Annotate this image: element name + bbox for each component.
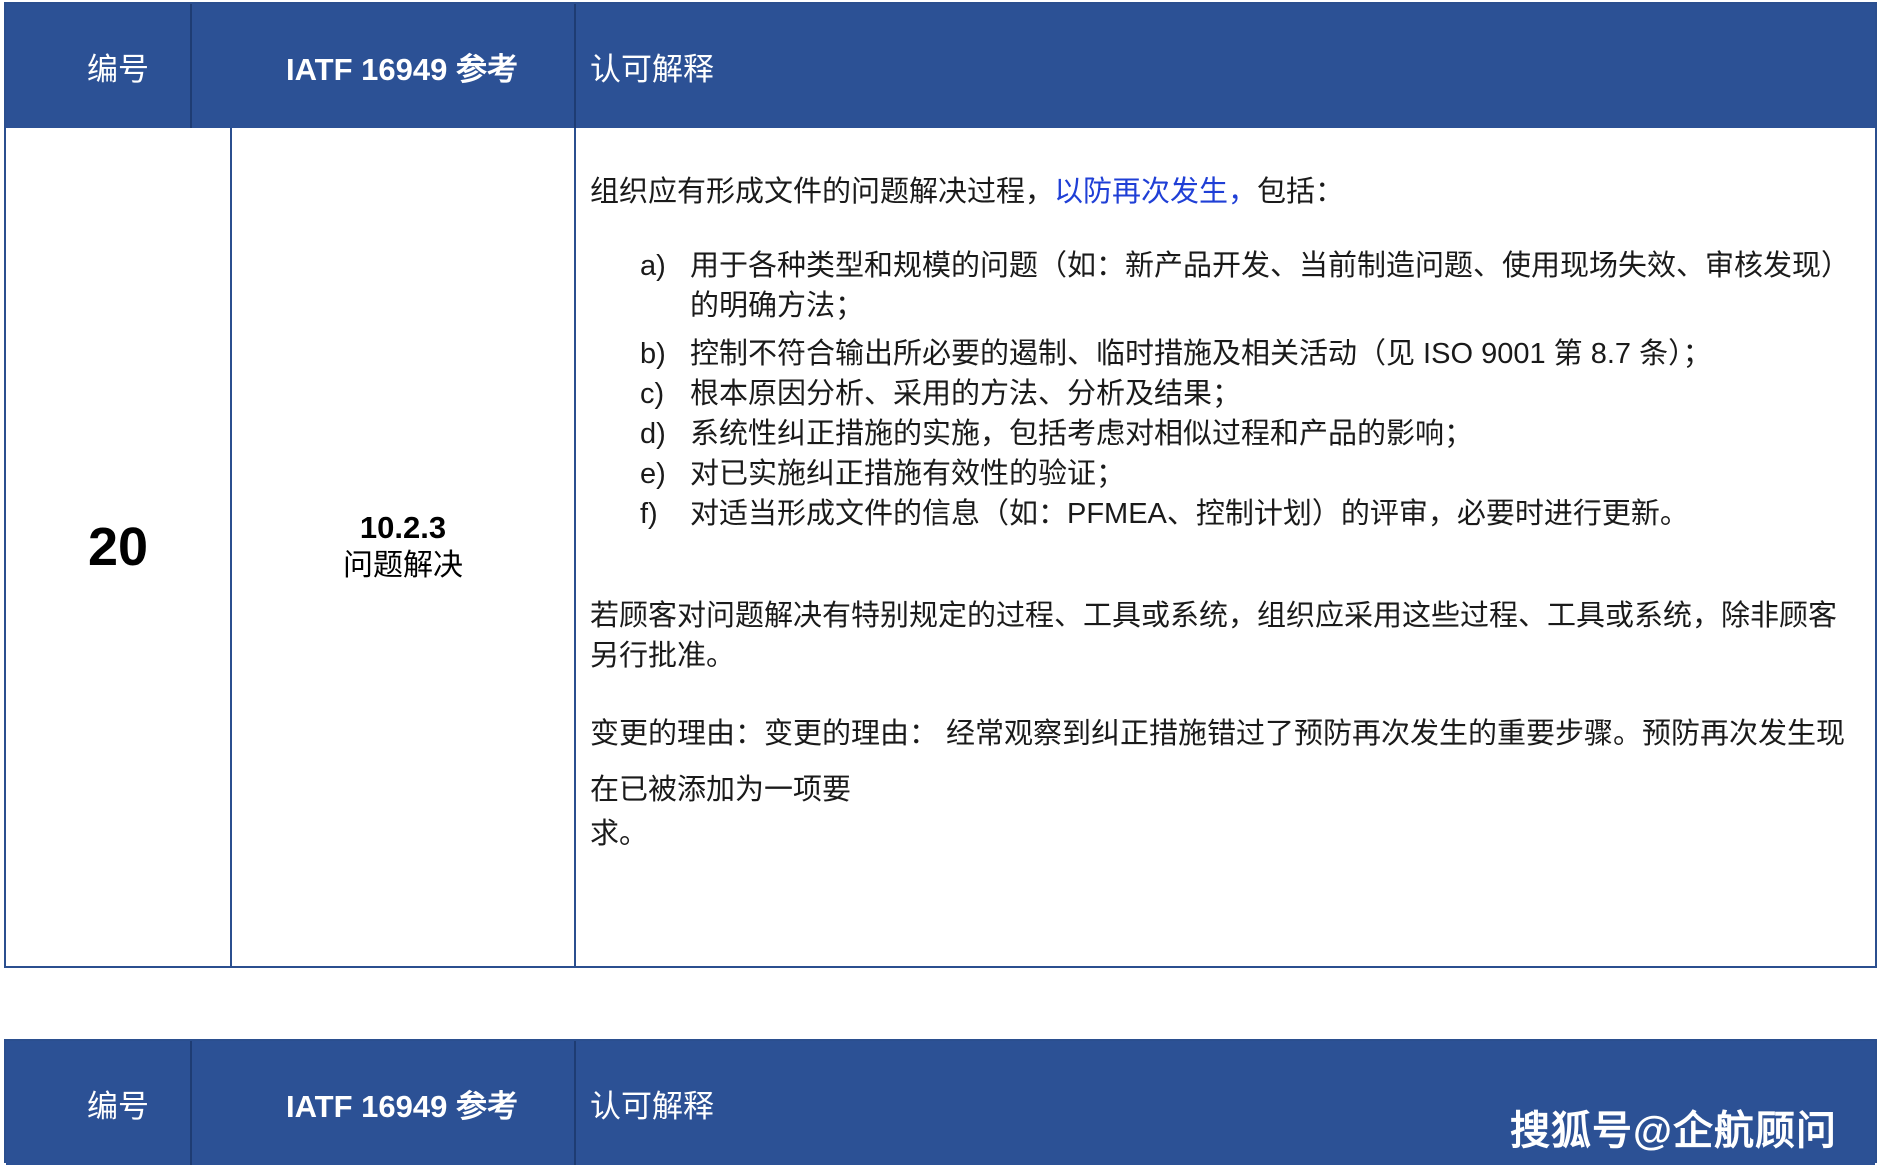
change-reason-tail: 求。	[590, 818, 649, 850]
header-divider	[190, 1041, 192, 1165]
list-item: f) 对适当形成文件的信息（如：PFMEA、控制计划）的评审，必要时进行更新。	[640, 494, 1863, 534]
column-divider	[574, 128, 576, 966]
header-divider	[190, 4, 192, 128]
clause-table: 编号 IATF 16949 参考 认可解释 20 10.2.3 问题解决 组织应…	[4, 2, 1877, 968]
interpretation-cell: 组织应有形成文件的问题解决过程，以防再次发生，包括： a) 用于各种类型和规模的问…	[590, 128, 1863, 966]
list-label: f)	[640, 498, 658, 530]
intro-suffix: 包括：	[1257, 176, 1345, 208]
clause-code: 10.2.3	[359, 510, 447, 545]
list-label: e)	[640, 458, 666, 490]
list-label: a)	[640, 250, 666, 282]
requirement-list: a) 用于各种类型和规模的问题（如：新产品开发、当前制造问题、使用现场失效、审核发…	[640, 246, 1863, 534]
header-interpretation: 认可解释	[590, 51, 714, 87]
list-text: 根本原因分析、采用的方法、分析及结果；	[690, 378, 1242, 410]
header-interpretation: 认可解释	[590, 1088, 714, 1124]
customer-paragraph: 若顾客对问题解决有特别规定的过程、工具或系统，组织应采用这些过程、工具或系统，除…	[590, 600, 1838, 672]
list-label: c)	[640, 378, 665, 410]
list-item: e) 对已实施纠正措施有效性的验证；	[640, 454, 1863, 494]
list-label: b)	[640, 338, 666, 370]
clause-title: 问题解决	[343, 549, 463, 582]
intro-highlight: 以防再次发生，	[1054, 176, 1258, 208]
clause-reference: 10.2.3 问题解决	[232, 128, 574, 966]
list-item: b) 控制不符合输出所必要的遏制、临时措施及相关活动（见 ISO 9001 第 8…	[640, 334, 1863, 374]
change-reason: 变更的理由：变更的理由： 经常观察到纠正措施错过了预防再次发生的重要步骤。预防再…	[590, 718, 1846, 806]
watermark: 搜狐号@企航顾问	[1509, 1109, 1837, 1153]
list-text: 控制不符合输出所必要的遏制、临时措施及相关活动（见 ISO 9001 第 8.7…	[690, 338, 1712, 370]
header-number: 编号	[87, 1088, 149, 1124]
row-number: 20	[87, 517, 149, 577]
intro-paragraph: 组织应有形成文件的问题解决过程，以防再次发生，包括：	[590, 172, 1344, 212]
list-item: d) 系统性纠正措施的实施，包括考虑对相似过程和产品的影响；	[640, 414, 1863, 454]
list-text: 系统性纠正措施的实施，包括考虑对相似过程和产品的影响；	[690, 418, 1474, 450]
table-row: 20 10.2.3 问题解决 组织应有形成文件的问题解决过程，以防再次发生，包括…	[6, 128, 1875, 966]
header-reference: IATF 16949 参考	[285, 51, 518, 87]
list-label: d)	[640, 418, 666, 450]
list-text: 用于各种类型和规模的问题（如：新产品开发、当前制造问题、使用现场失效、审核发现）…	[690, 250, 1851, 322]
list-item: c) 根本原因分析、采用的方法、分析及结果；	[640, 374, 1863, 414]
header-reference: IATF 16949 参考	[285, 1088, 518, 1124]
header-number: 编号	[87, 51, 149, 87]
intro-prefix: 组织应有形成文件的问题解决过程，	[590, 176, 1055, 208]
list-item: a) 用于各种类型和规模的问题（如：新产品开发、当前制造问题、使用现场失效、审核发…	[640, 246, 1863, 326]
header-divider	[574, 4, 576, 128]
list-text: 对已实施纠正措施有效性的验证；	[690, 458, 1126, 490]
list-text: 对适当形成文件的信息（如：PFMEA、控制计划）的评审，必要时进行更新。	[690, 498, 1689, 530]
header-divider	[574, 1041, 576, 1165]
table-header: 编号 IATF 16949 参考 认可解释	[6, 4, 1875, 128]
